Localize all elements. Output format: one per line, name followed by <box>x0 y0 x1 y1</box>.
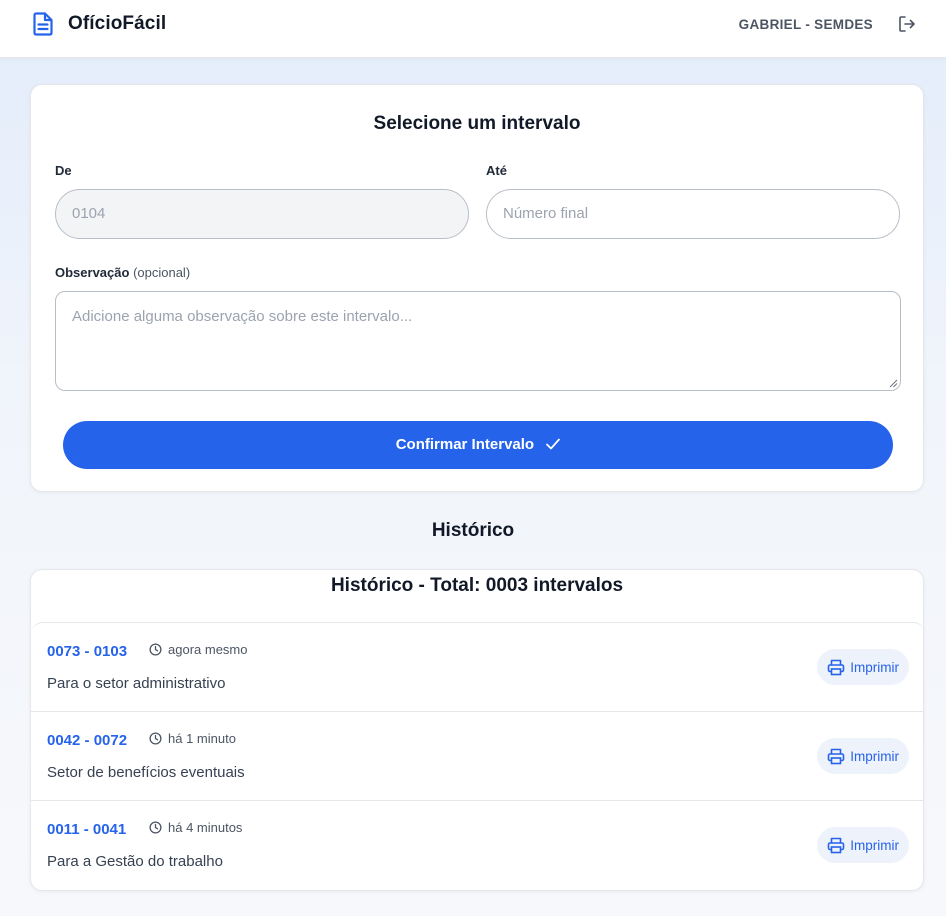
to-input[interactable]: Número final <box>486 189 900 239</box>
print-button-label: Imprimir <box>850 837 899 853</box>
print-button-label: Imprimir <box>850 659 899 675</box>
clock-icon <box>149 732 162 745</box>
document-icon <box>33 12 53 36</box>
print-button-label: Imprimir <box>850 748 899 764</box>
to-label: Até <box>486 163 507 178</box>
interval-time-text: agora mesmo <box>168 642 248 657</box>
interval-note: Para o setor administrativo <box>47 675 226 692</box>
clock-icon <box>149 643 162 656</box>
note-label: Observação (opcional) <box>55 265 190 280</box>
top-bar: OfícioFácil GABRIEL - SEMDES <box>0 0 946 58</box>
interval-time-text: há 1 minuto <box>168 731 236 746</box>
print-button[interactable]: Imprimir <box>817 649 909 685</box>
history-card: Histórico - Total: 0003 intervalos 0073 … <box>30 569 924 891</box>
history-item: 0073 - 0103 agora mesmo Para o setor adm… <box>31 623 923 712</box>
note-textarea[interactable]: Adicione alguma observação sobre este in… <box>55 291 901 391</box>
history-total-title: Histórico - Total: 0003 intervalos <box>330 575 624 596</box>
printer-icon <box>827 837 845 853</box>
confirm-button-label: Confirmar Intervalo <box>395 436 535 453</box>
from-label: De <box>55 163 72 178</box>
interval-range: 0042 - 0072 <box>47 732 128 749</box>
logout-icon[interactable] <box>897 14 917 34</box>
print-button[interactable]: Imprimir <box>817 827 909 863</box>
interval-time: há 4 minutos <box>149 820 242 835</box>
interval-range: 0011 - 0041 <box>47 821 127 838</box>
history-item: 0042 - 0072 há 1 minuto Setor de benefíc… <box>31 712 923 801</box>
note-label-text: Observação <box>55 265 130 280</box>
interval-note: Para a Gestão do trabalho <box>47 853 223 870</box>
interval-form-card: Selecione um intervalo De 0104 Até Númer… <box>30 84 924 492</box>
from-input[interactable]: 0104 <box>55 189 469 239</box>
interval-range: 0073 - 0103 <box>47 643 128 660</box>
resize-grip-icon[interactable] <box>889 379 898 388</box>
interval-time: há 1 minuto <box>149 731 236 746</box>
user-name: GABRIEL - SEMDES <box>738 17 873 32</box>
history-section-title: Histórico <box>431 520 515 541</box>
form-title: Selecione um intervalo <box>373 113 581 134</box>
clock-icon <box>149 821 162 834</box>
printer-icon <box>827 659 845 675</box>
printer-icon <box>827 748 845 764</box>
interval-time-text: há 4 minutos <box>168 820 243 835</box>
confirm-interval-button[interactable]: Confirmar Intervalo <box>63 421 893 469</box>
note-optional-text: (opcional) <box>133 265 191 280</box>
app-title: OfícioFácil <box>68 13 167 34</box>
check-icon <box>546 438 561 449</box>
interval-time: agora mesmo <box>149 642 247 657</box>
interval-note: Setor de benefícios eventuais <box>47 764 245 781</box>
history-item: 0011 - 0041 há 4 minutos Para a Gestão d… <box>31 801 923 890</box>
history-list: 0073 - 0103 agora mesmo Para o setor adm… <box>31 622 923 890</box>
print-button[interactable]: Imprimir <box>817 738 909 774</box>
note-placeholder: Adicione alguma observação sobre este in… <box>72 308 413 325</box>
